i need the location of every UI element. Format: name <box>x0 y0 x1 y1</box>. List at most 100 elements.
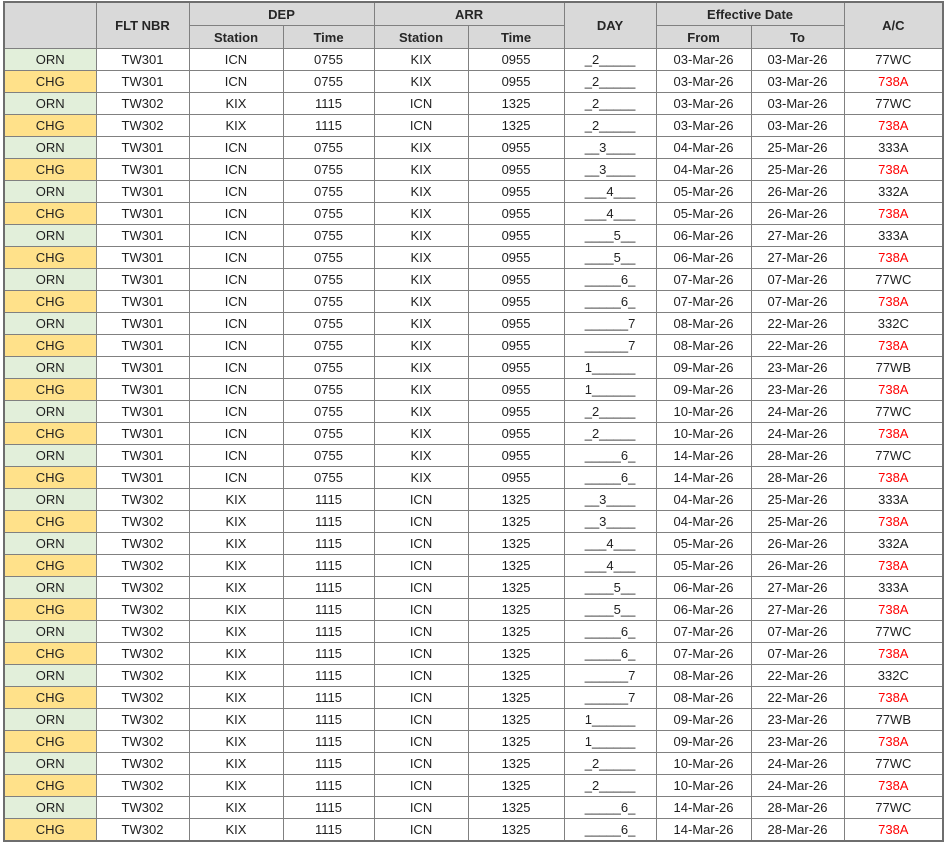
from-date-cell: 09-Mar-26 <box>655 730 752 753</box>
day-cell: __3____ <box>563 488 657 511</box>
dep-time-cell: 1115 <box>282 752 375 775</box>
arr-time-cell: 1325 <box>467 730 565 753</box>
row-type-cell: CHG <box>3 466 97 489</box>
from-date-cell: 08-Mar-26 <box>655 312 752 335</box>
dep-time-cell: 0755 <box>282 400 375 423</box>
row-type-cell: ORN <box>3 664 97 687</box>
flt-nbr-cell: TW302 <box>95 92 190 115</box>
arr-time-cell: 1325 <box>467 532 565 555</box>
day-cell: _2_____ <box>563 774 657 797</box>
flt-nbr-cell: TW302 <box>95 664 190 687</box>
flt-nbr-cell: TW302 <box>95 554 190 577</box>
table-row: ORN TW301 ICN 0755 KIX 0955 _____6_ 07-M… <box>3 268 944 291</box>
arr-time-cell: 0955 <box>467 158 565 181</box>
row-type-cell: CHG <box>3 158 97 181</box>
table-row: CHG TW301 ICN 0755 KIX 0955 __3____ 04-M… <box>3 158 944 181</box>
header-flt-nbr: FLT NBR <box>95 1 190 49</box>
from-date-cell: 07-Mar-26 <box>655 268 752 291</box>
aircraft-cell: 738A <box>843 598 944 621</box>
row-type-cell: CHG <box>3 422 97 445</box>
dep-station-cell: ICN <box>188 356 284 379</box>
aircraft-cell: 738A <box>843 378 944 401</box>
to-date-cell: 28-Mar-26 <box>750 444 845 467</box>
aircraft-cell: 77WC <box>843 752 944 775</box>
dep-time-cell: 0755 <box>282 268 375 291</box>
from-date-cell: 08-Mar-26 <box>655 686 752 709</box>
day-cell: ____5__ <box>563 576 657 599</box>
row-type-cell: ORN <box>3 576 97 599</box>
table-row: ORN TW301 ICN 0755 KIX 0955 1______ 09-M… <box>3 356 944 379</box>
dep-station-cell: KIX <box>188 664 284 687</box>
arr-station-cell: KIX <box>373 202 469 225</box>
row-type-cell: ORN <box>3 356 97 379</box>
flt-nbr-cell: TW302 <box>95 532 190 555</box>
flt-nbr-cell: TW301 <box>95 334 190 357</box>
table-row: ORN TW301 ICN 0755 KIX 0955 ___4___ 05-M… <box>3 180 944 203</box>
arr-station-cell: ICN <box>373 708 469 731</box>
dep-station-cell: ICN <box>188 70 284 93</box>
dep-time-cell: 0755 <box>282 136 375 159</box>
day-cell: _____6_ <box>563 642 657 665</box>
table-row: CHG TW302 KIX 1115 ICN 1325 __3____ 04-M… <box>3 510 944 533</box>
from-date-cell: 04-Mar-26 <box>655 158 752 181</box>
header-arr-time: Time <box>467 25 565 49</box>
from-date-cell: 14-Mar-26 <box>655 444 752 467</box>
row-type-cell: ORN <box>3 136 97 159</box>
table-row: CHG TW302 KIX 1115 ICN 1325 _____6_ 14-M… <box>3 818 944 842</box>
arr-station-cell: ICN <box>373 642 469 665</box>
aircraft-cell: 77WC <box>843 620 944 643</box>
from-date-cell: 05-Mar-26 <box>655 532 752 555</box>
dep-time-cell: 0755 <box>282 312 375 335</box>
day-cell: _____6_ <box>563 268 657 291</box>
aircraft-cell: 332C <box>843 312 944 335</box>
dep-time-cell: 1115 <box>282 598 375 621</box>
dep-station-cell: ICN <box>188 334 284 357</box>
dep-station-cell: KIX <box>188 598 284 621</box>
arr-time-cell: 1325 <box>467 92 565 115</box>
day-cell: ______7 <box>563 664 657 687</box>
arr-time-cell: 0955 <box>467 356 565 379</box>
from-date-cell: 04-Mar-26 <box>655 136 752 159</box>
arr-time-cell: 0955 <box>467 70 565 93</box>
flt-nbr-cell: TW302 <box>95 752 190 775</box>
day-cell: ___4___ <box>563 532 657 555</box>
dep-station-cell: ICN <box>188 466 284 489</box>
dep-station-cell: ICN <box>188 290 284 313</box>
dep-time-cell: 0755 <box>282 466 375 489</box>
aircraft-cell: 332C <box>843 664 944 687</box>
row-type-cell: ORN <box>3 224 97 247</box>
to-date-cell: 24-Mar-26 <box>750 752 845 775</box>
from-date-cell: 07-Mar-26 <box>655 290 752 313</box>
flt-nbr-cell: TW301 <box>95 136 190 159</box>
arr-time-cell: 0955 <box>467 202 565 225</box>
to-date-cell: 03-Mar-26 <box>750 114 845 137</box>
arr-station-cell: KIX <box>373 180 469 203</box>
flt-nbr-cell: TW302 <box>95 818 190 842</box>
to-date-cell: 07-Mar-26 <box>750 268 845 291</box>
flt-nbr-cell: TW302 <box>95 686 190 709</box>
from-date-cell: 05-Mar-26 <box>655 554 752 577</box>
arr-station-cell: KIX <box>373 48 469 71</box>
to-date-cell: 28-Mar-26 <box>750 796 845 819</box>
arr-time-cell: 0955 <box>467 334 565 357</box>
arr-station-cell: ICN <box>373 92 469 115</box>
header-dep-time: Time <box>282 25 375 49</box>
dep-time-cell: 1115 <box>282 818 375 842</box>
arr-time-cell: 1325 <box>467 774 565 797</box>
flt-nbr-cell: TW301 <box>95 268 190 291</box>
to-date-cell: 07-Mar-26 <box>750 620 845 643</box>
row-type-cell: CHG <box>3 686 97 709</box>
aircraft-cell: 77WC <box>843 796 944 819</box>
arr-station-cell: KIX <box>373 400 469 423</box>
arr-station-cell: KIX <box>373 136 469 159</box>
to-date-cell: 24-Mar-26 <box>750 422 845 445</box>
aircraft-cell: 77WC <box>843 444 944 467</box>
dep-station-cell: KIX <box>188 620 284 643</box>
from-date-cell: 03-Mar-26 <box>655 92 752 115</box>
arr-time-cell: 1325 <box>467 114 565 137</box>
table-row: CHG TW301 ICN 0755 KIX 0955 1______ 09-M… <box>3 378 944 401</box>
row-type-cell: CHG <box>3 774 97 797</box>
to-date-cell: 24-Mar-26 <box>750 400 845 423</box>
dep-time-cell: 1115 <box>282 730 375 753</box>
to-date-cell: 23-Mar-26 <box>750 378 845 401</box>
